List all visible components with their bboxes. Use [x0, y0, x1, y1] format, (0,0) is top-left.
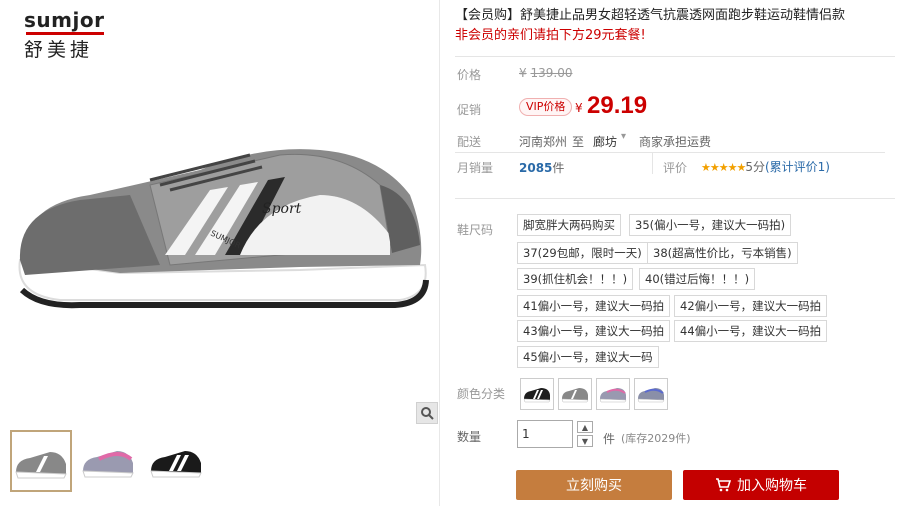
- vip-badge: VIP价格: [519, 98, 573, 116]
- add-to-cart-button[interactable]: 加入购物车: [683, 470, 839, 500]
- stock-count: (库存2029件): [621, 432, 691, 445]
- rating-score: 5分: [745, 160, 765, 174]
- brand-logo: sumjor 舒美捷: [24, 8, 114, 61]
- product-title: 【会员购】舒美捷止品男女超轻透气抗震透网面跑步鞋运动鞋情侣款: [455, 8, 846, 23]
- size-option[interactable]: 41偏小一号，建议大一码拍: [517, 295, 671, 317]
- brand-underline: [26, 32, 104, 35]
- delivery-destination[interactable]: 廊坊: [593, 133, 617, 150]
- delivery-from: 河南郑州: [519, 135, 568, 149]
- svg-text:Sport: Sport: [262, 201, 302, 217]
- delivery-fee: 商家承担运费: [639, 135, 712, 149]
- color-swatch-grey-pink[interactable]: [596, 378, 630, 410]
- product-gallery: sumjor 舒美捷 Sport SUMJOR: [0, 0, 440, 506]
- size-label: 鞋尺码: [457, 223, 494, 237]
- size-option[interactable]: 39(抓住机会！！！): [517, 268, 634, 290]
- brand-name-cn: 舒美捷: [24, 39, 94, 61]
- buy-now-label: 立刻购买: [566, 478, 622, 494]
- promo-price: 29.19: [587, 92, 648, 119]
- thumbnail-strip: [10, 430, 208, 492]
- quantity-decrease-button[interactable]: ▼: [577, 435, 593, 447]
- divider: [455, 152, 885, 153]
- quantity-input[interactable]: 1: [517, 420, 573, 448]
- sales-count: 2085: [519, 161, 553, 175]
- size-option[interactable]: 40(错过后悔！！！): [639, 268, 756, 290]
- magnifier-icon[interactable]: [416, 402, 438, 424]
- size-option[interactable]: 43偏小一号，建议大一码拍: [517, 320, 671, 342]
- price-label: 价格: [457, 68, 482, 82]
- cart-icon: [715, 478, 731, 492]
- thumbnail-black[interactable]: [146, 430, 208, 492]
- color-swatch-grey-white[interactable]: [558, 378, 592, 410]
- color-label: 颜色分类: [457, 387, 506, 401]
- original-price: ¥ 139.00: [519, 66, 572, 80]
- product-main-image[interactable]: Sport SUMJOR: [0, 95, 440, 330]
- original-price-value: 139.00: [530, 66, 573, 80]
- size-option[interactable]: 44偏小一号，建议大一码拍: [674, 320, 828, 342]
- buy-now-button[interactable]: 立刻购买: [516, 470, 672, 500]
- thumbnail-pink[interactable]: [78, 430, 140, 492]
- size-option[interactable]: 35(偏小一号，建议大一码拍): [629, 214, 792, 236]
- add-to-cart-label: 加入购物车: [737, 478, 807, 494]
- original-price-currency: ¥: [519, 66, 527, 80]
- size-option[interactable]: 38(超高性价比，亏本销售): [647, 242, 798, 264]
- chevron-down-icon[interactable]: ▾: [621, 131, 626, 142]
- size-option[interactable]: 45偏小一号，建议大一码: [517, 346, 659, 368]
- rating-note: (累计评价1): [764, 160, 830, 174]
- size-option[interactable]: 37(29包邮，限时一天): [517, 242, 648, 264]
- sales-label: 月销量: [457, 161, 494, 175]
- promo-currency: ¥: [575, 101, 583, 115]
- promo-label: 促销: [457, 103, 482, 117]
- divider: [455, 56, 895, 57]
- quantity-unit: 件: [603, 432, 616, 446]
- size-option[interactable]: 42偏小一号，建议大一码拍: [674, 295, 828, 317]
- delivery-to-word: 至: [572, 135, 585, 149]
- divider: [455, 198, 895, 199]
- color-swatch-grey-blue[interactable]: [634, 378, 668, 410]
- quantity-increase-button[interactable]: ▲: [577, 421, 593, 433]
- product-subtitle: 非会员的亲们请拍下方29元套餐!: [455, 28, 646, 43]
- rating-stars: ★★★★★: [701, 161, 746, 174]
- sales-divider: [652, 152, 653, 174]
- sales-count-wrap: 2085件: [519, 159, 564, 176]
- color-swatch-black-white[interactable]: [520, 378, 554, 410]
- rating-label: 评价: [663, 161, 688, 175]
- thumbnail-grey[interactable]: [10, 430, 72, 492]
- quantity-label: 数量: [457, 430, 482, 444]
- sales-unit: 件: [552, 161, 565, 175]
- delivery-label: 配送: [457, 135, 482, 149]
- rating[interactable]: ★★★★★5分(累计评价1): [701, 158, 830, 175]
- size-option[interactable]: 脚宽胖大两码购买: [517, 214, 621, 236]
- brand-name-en: sumjor: [24, 8, 105, 32]
